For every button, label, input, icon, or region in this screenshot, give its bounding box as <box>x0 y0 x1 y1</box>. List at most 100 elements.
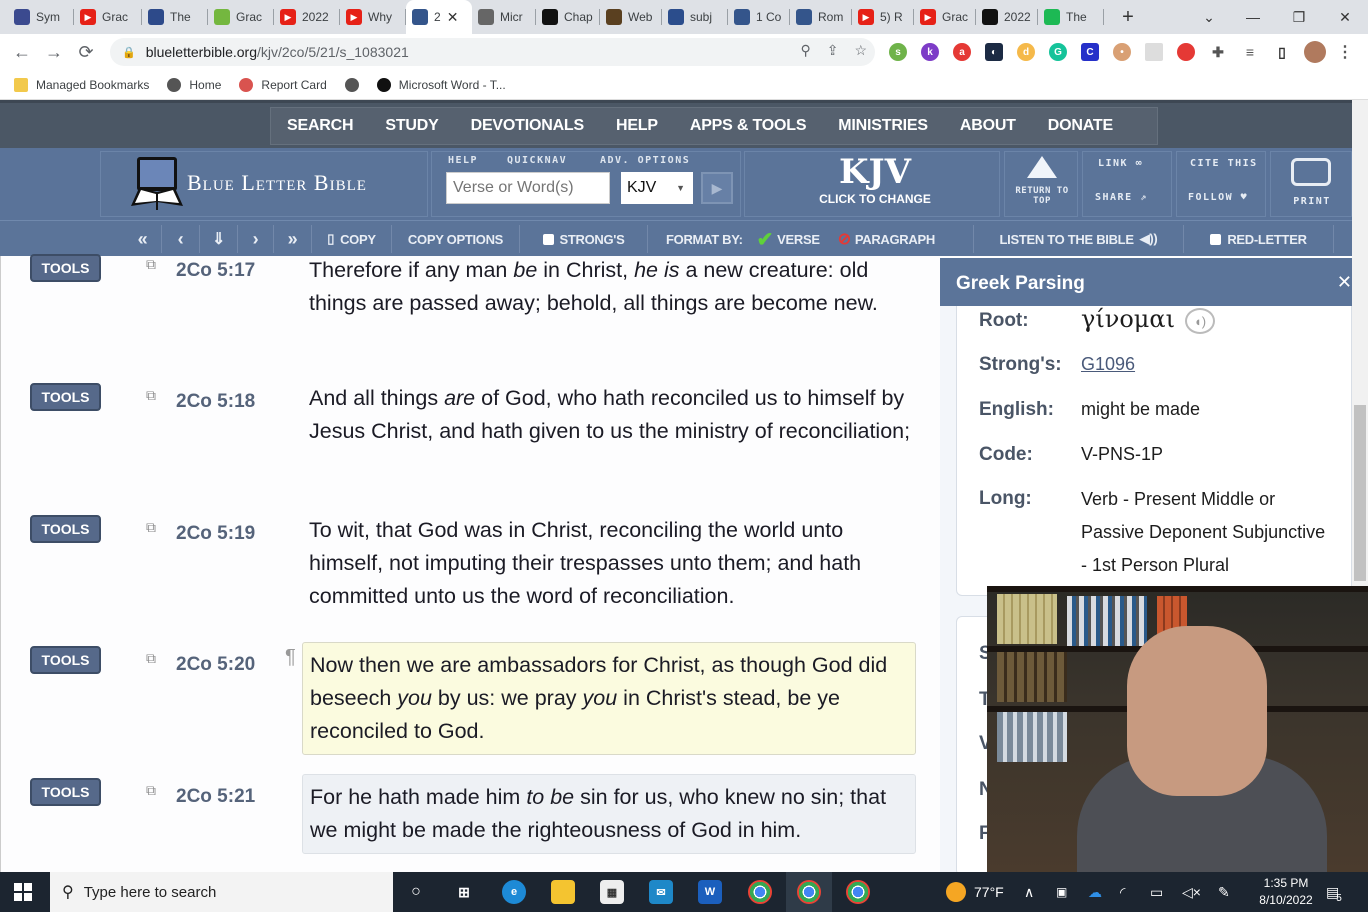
nav-ministries[interactable]: MINISTRIES <box>822 117 944 135</box>
first-chapter-icon[interactable]: « <box>124 225 162 253</box>
red-letter-checkbox[interactable] <box>1210 233 1222 245</box>
cite-this-button[interactable]: CITE THIS <box>1190 158 1258 169</box>
copy-button[interactable]: ▯ COPY <box>312 225 392 253</box>
verse-search-input[interactable] <box>446 172 610 204</box>
share-icon[interactable]: ⇪ <box>827 42 839 59</box>
browser-tab[interactable]: The <box>1038 0 1104 34</box>
verse-reference[interactable]: 2Co 5:19 <box>176 523 255 545</box>
copy-verse-icon[interactable]: ⧉ <box>146 650 160 666</box>
browser-tab[interactable]: ▶ Why <box>340 0 406 34</box>
close-window-button[interactable]: ✕ <box>1322 0 1368 34</box>
nav-devotionals[interactable]: DEVOTIONALS <box>455 117 600 135</box>
search-go-button[interactable]: ▶ <box>701 172 733 204</box>
browser-tab[interactable]: ▶ 5) R <box>852 0 914 34</box>
extensions-puzzle-icon[interactable]: ✚ <box>1209 43 1227 61</box>
listen-bible-button[interactable]: LISTEN TO THE BIBLE ◀)) <box>974 225 1184 253</box>
browser-tab[interactable]: subj <box>662 0 728 34</box>
strongs-toggle[interactable]: STRONG'S <box>520 225 648 253</box>
browser-tab[interactable]: Micr <box>472 0 536 34</box>
back-button[interactable]: ← <box>6 36 38 68</box>
share-button[interactable]: SHARE ⇗ <box>1095 192 1148 203</box>
battery-icon[interactable]: ▭ <box>1150 872 1163 912</box>
current-version-big[interactable]: KJV <box>820 152 930 192</box>
tools-button[interactable]: TOOLS <box>30 383 101 411</box>
extension-icon[interactable]: ◐ <box>985 43 1003 61</box>
return-to-top-button[interactable]: RETURN TO TOP <box>1004 151 1078 217</box>
chrome-icon[interactable] <box>748 880 772 904</box>
extension-k-icon[interactable]: k <box>921 43 939 61</box>
copy-verse-icon[interactable]: ⧉ <box>146 256 160 272</box>
meet-icon[interactable]: ▣ <box>1056 872 1067 912</box>
profile-avatar[interactable] <box>1304 41 1326 63</box>
red-letter-toggle[interactable]: RED-LETTER <box>1184 225 1334 253</box>
print-button[interactable]: PRINT <box>1270 151 1352 217</box>
media-icon[interactable]: ≡ <box>1241 43 1259 61</box>
browser-tab[interactable]: Web <box>600 0 662 34</box>
wifi-icon[interactable]: ◜ <box>1120 872 1125 912</box>
help-link[interactable]: HELP <box>448 155 478 166</box>
bookmark-item[interactable]: Microsoft Word - T... <box>376 77 506 92</box>
nav-donate[interactable]: DONATE <box>1032 117 1129 135</box>
tools-button[interactable]: TOOLS <box>30 778 101 806</box>
bookmark-star-icon[interactable]: ☆ <box>854 42 867 59</box>
bookmark-item[interactable]: Report Card <box>239 77 327 92</box>
logo-box[interactable]: Blue Letter Bible <box>100 151 428 217</box>
verse-reference[interactable]: 2Co 5:21 <box>176 786 255 808</box>
quicknav-link[interactable]: QUICKNAV <box>507 155 567 166</box>
verse-reference[interactable]: 2Co 5:20 <box>176 654 255 676</box>
store-icon[interactable]: ▦ <box>600 880 624 904</box>
nav-help[interactable]: HELP <box>600 117 674 135</box>
close-tab-icon[interactable]: ✕ <box>447 9 459 26</box>
bookmark-item[interactable]: Managed Bookmarks <box>14 77 149 92</box>
extension-record-icon[interactable] <box>1177 43 1195 61</box>
task-view-icon[interactable]: ⊞ <box>452 880 476 904</box>
taskbar-search[interactable]: ⚲ Type here to search <box>50 872 393 912</box>
edge-icon[interactable]: e <box>502 880 526 904</box>
extension-icon[interactable]: s <box>889 43 907 61</box>
notifications-icon[interactable]: ▤ 5 <box>1326 872 1342 912</box>
clock[interactable]: 1:35 PM 8/10/2022 <box>1250 875 1322 909</box>
format-verse-option[interactable]: VERSE <box>777 232 820 247</box>
copy-verse-icon[interactable]: ⧉ <box>146 519 160 535</box>
copy-verse-icon[interactable]: ⧉ <box>146 782 160 798</box>
bookmark-item[interactable] <box>344 77 359 92</box>
restore-button[interactable]: ❐ <box>1276 0 1322 34</box>
copy-verse-icon[interactable]: ⧉ <box>146 387 160 403</box>
browser-tab[interactable]: ▶ Grac <box>74 0 142 34</box>
tools-button[interactable]: TOOLS <box>30 254 101 282</box>
onedrive-icon[interactable]: ☁ <box>1088 872 1102 912</box>
cortana-icon[interactable]: ○ <box>404 880 428 904</box>
word-icon[interactable]: W <box>698 880 722 904</box>
browser-tab[interactable]: Rom <box>790 0 852 34</box>
menu-kebab-icon[interactable]: ⋮ <box>1336 43 1354 61</box>
mail-icon[interactable]: ✉ <box>649 880 673 904</box>
version-select[interactable]: KJV ▼ <box>621 172 693 204</box>
tab-search-chevron-icon[interactable]: ⌄ <box>1186 0 1232 34</box>
browser-tab[interactable]: The <box>142 0 208 34</box>
extension-icon[interactable]: a <box>953 43 971 61</box>
tools-button[interactable]: TOOLS <box>30 515 101 543</box>
copy-options-button[interactable]: COPY OPTIONS <box>392 225 520 253</box>
browser-tab[interactable]: 2 ✕ <box>406 0 472 34</box>
strongs-number-link[interactable]: G1096 <box>1081 354 1135 375</box>
next-chapter-icon[interactable]: › <box>238 225 274 253</box>
extension-icon[interactable]: d <box>1017 43 1035 61</box>
weather-widget[interactable]: 77°F <box>946 872 1004 912</box>
scrollbar-thumb[interactable] <box>1354 405 1366 581</box>
chrome-icon[interactable] <box>797 880 821 904</box>
browser-tab[interactable]: Sym <box>8 0 74 34</box>
nav-about[interactable]: ABOUT <box>944 117 1032 135</box>
jump-down-icon[interactable]: ⇓ <box>200 225 238 253</box>
tools-button[interactable]: TOOLS <box>30 646 101 674</box>
reload-button[interactable]: ⟳ <box>70 36 102 68</box>
browser-tab[interactable]: 1 Co <box>728 0 790 34</box>
adv-options-link[interactable]: ADV. OPTIONS <box>600 155 690 166</box>
windows-start-icon[interactable] <box>14 883 32 901</box>
browser-tab[interactable]: ▶ 2022 <box>274 0 340 34</box>
file-explorer-icon[interactable] <box>551 880 575 904</box>
address-bar[interactable]: 🔒 blueletterbible.org/kjv/2co/5/21/s_108… <box>110 38 875 66</box>
extension-c-icon[interactable]: C <box>1081 43 1099 61</box>
pronounce-speaker-icon[interactable]: ◖) <box>1185 308 1215 334</box>
format-paragraph-option[interactable]: PARAGRAPH <box>855 232 935 247</box>
bookmark-item[interactable]: Home <box>167 77 221 92</box>
